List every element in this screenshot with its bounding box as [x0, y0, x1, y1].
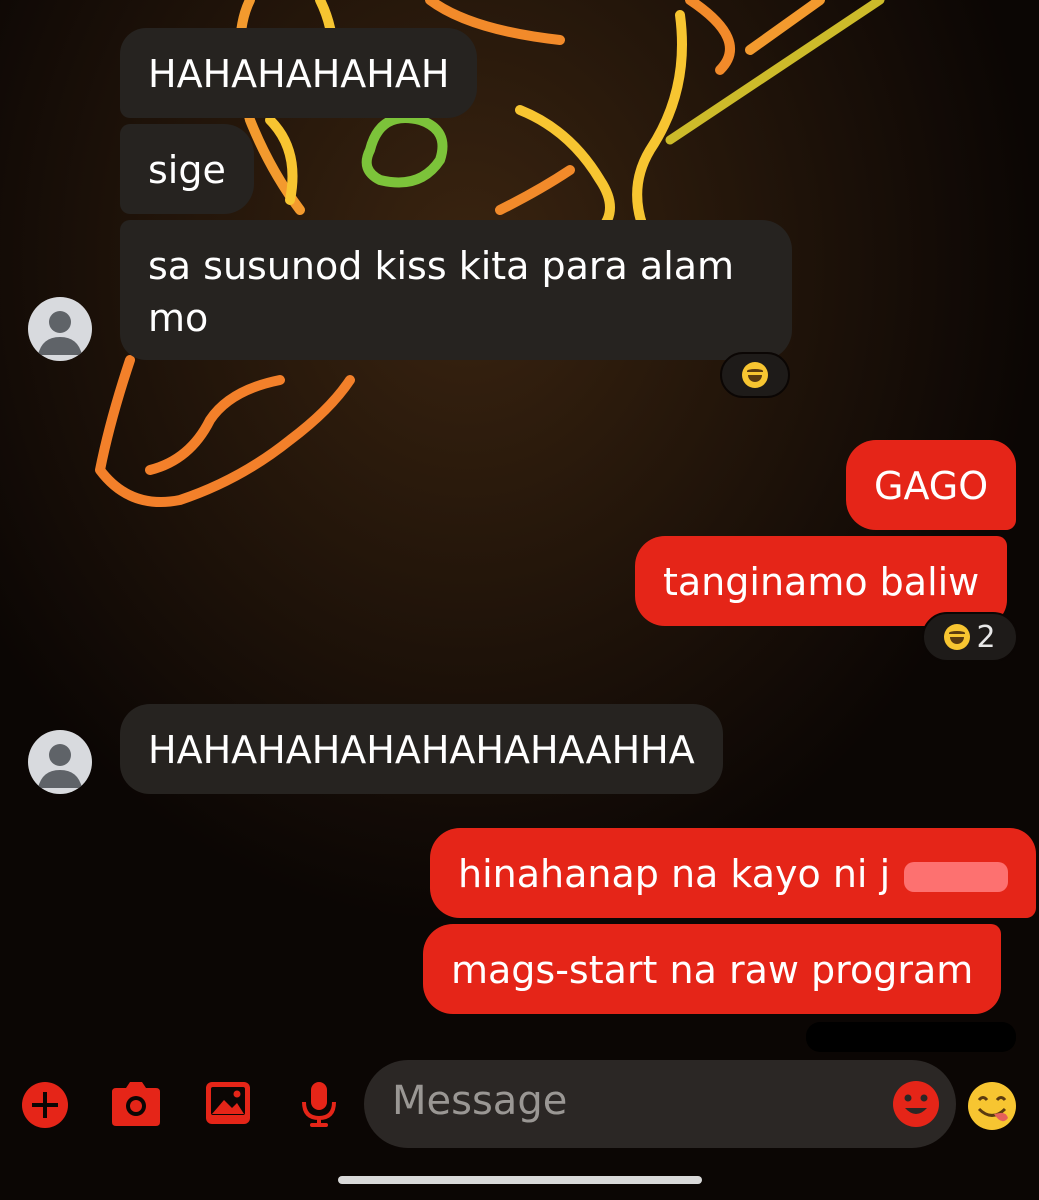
redaction-mark — [806, 1022, 1016, 1052]
received-message-bubble[interactable]: sige — [120, 124, 254, 214]
received-message-bubble[interactable]: sa susunod kiss kita para alam mo — [120, 220, 792, 360]
camera-button[interactable] — [110, 1080, 162, 1128]
microphone-button[interactable] — [300, 1080, 338, 1128]
message-reaction[interactable] — [720, 352, 790, 398]
gallery-icon — [206, 1082, 250, 1124]
quick-reaction-button[interactable] — [966, 1080, 1018, 1132]
redaction-mark — [904, 861, 1009, 892]
default-avatar-icon — [38, 311, 82, 355]
avatar[interactable] — [28, 297, 92, 361]
message-text: HAHAHAHAHAH — [148, 52, 450, 96]
message-placeholder: Message — [392, 1078, 568, 1124]
camera-icon — [112, 1082, 160, 1126]
message-text: sige — [148, 148, 226, 192]
emoji-icon[interactable] — [892, 1080, 940, 1128]
sent-message-bubble[interactable]: mags-start na raw program — [423, 924, 1002, 1014]
plus-button[interactable] — [20, 1080, 70, 1130]
gallery-button[interactable] — [204, 1080, 252, 1126]
laughing-face-icon — [742, 362, 768, 388]
received-message-bubble[interactable]: HAHAHAHAHAH — [120, 28, 478, 118]
default-avatar-icon — [38, 744, 82, 788]
reaction-count: 2 — [976, 619, 996, 655]
received-message-bubble[interactable]: HAHAHAHAHAHAHAHAAHHA — [120, 704, 723, 794]
microphone-icon — [302, 1082, 336, 1127]
laughing-face-icon — [944, 624, 971, 650]
message-text: tanginamo baliw — [663, 560, 980, 604]
avatar[interactable] — [28, 730, 92, 794]
message-reaction[interactable]: 2 — [922, 612, 1018, 662]
message-text: HAHAHAHAHAHAHAHAAHHA — [148, 728, 695, 772]
home-indicator[interactable] — [338, 1176, 702, 1184]
message-input[interactable]: Message — [364, 1060, 956, 1148]
sent-message-bubble[interactable]: GAGO — [846, 440, 1017, 530]
message-text: mags-start na raw program — [451, 948, 974, 992]
sent-message-bubble[interactable]: hinahanap na kayo ni j — [430, 828, 1037, 918]
message-text: GAGO — [874, 464, 989, 508]
quick-reaction-emoji-icon — [968, 1082, 1016, 1130]
message-text: sa susunod kiss kita para alam mo — [148, 244, 735, 340]
plus-icon — [22, 1082, 68, 1128]
message-text: hinahanap na kayo ni j — [458, 852, 891, 896]
